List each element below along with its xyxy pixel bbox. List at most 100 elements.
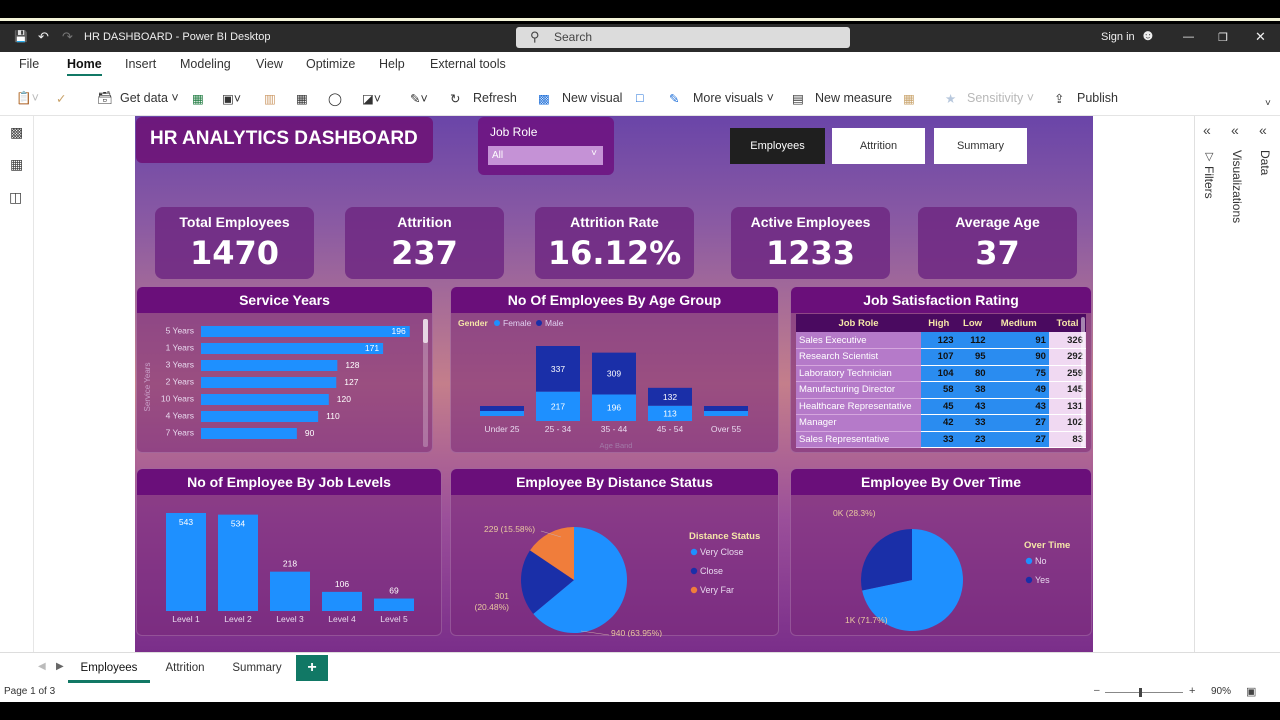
overtime-panel[interactable]: Employee By Over Time Over Time 1K (71.7… <box>790 468 1092 636</box>
pie-slice[interactable] <box>861 529 912 591</box>
bar-male[interactable] <box>704 406 748 411</box>
tab-next-icon[interactable]: ▶ <box>56 661 64 672</box>
transform-data-icon[interactable]: ✎˅ <box>410 91 428 106</box>
nav-employees-button[interactable]: Employees <box>730 128 825 164</box>
sql-icon[interactable]: ▥ <box>264 91 276 106</box>
table-row[interactable]: Laboratory Technician 104 80 75 259 <box>796 365 1086 382</box>
table-row[interactable]: Manufacturing Director 58 38 49 145 <box>796 381 1086 399</box>
bar[interactable] <box>166 513 206 611</box>
restore-icon[interactable]: ❐ <box>1218 31 1228 44</box>
table-row[interactable]: Healthcare Representative 45 43 43 131 <box>796 398 1086 415</box>
menu-view[interactable]: View <box>256 57 283 71</box>
age-group-panel[interactable]: No Of Employees By Age Group Gender Fema… <box>450 286 779 453</box>
onelake-icon[interactable]: ▣˅ <box>222 91 241 106</box>
close-icon[interactable]: ✕ <box>1255 29 1266 45</box>
zoom-slider[interactable] <box>1105 692 1183 693</box>
bar[interactable] <box>374 598 414 611</box>
zoom-slider-thumb[interactable] <box>1139 688 1142 697</box>
filters-pane-label[interactable]: Filters <box>1202 166 1216 199</box>
table-row[interactable]: Sales Representative 33 23 27 83 <box>796 431 1086 448</box>
save-icon[interactable]: 💾 <box>14 30 28 43</box>
text-box-icon[interactable]: □ <box>636 91 644 105</box>
fit-page-icon[interactable]: ▣ <box>1246 685 1256 698</box>
zoom-out-icon[interactable]: – <box>1094 685 1100 696</box>
nav-summary-button[interactable]: Summary <box>934 128 1027 164</box>
publish-button[interactable]: Publish <box>1077 91 1118 105</box>
bar-female[interactable] <box>480 411 524 416</box>
page-tabs-bar: ◀ ▶ Employees Attrition Summary + <box>0 652 1280 686</box>
data-collapse-icon[interactable]: « <box>1259 122 1267 138</box>
menu-file[interactable]: File <box>19 57 39 71</box>
get-data-button[interactable]: Get data ˅ <box>120 91 179 105</box>
tab-attrition[interactable]: Attrition <box>150 653 220 683</box>
quick-measure-icon[interactable]: ▦ <box>903 91 915 106</box>
search-input[interactable]: ⚲ Search <box>516 27 850 48</box>
scrollbar[interactable] <box>1081 317 1085 447</box>
col-header[interactable]: Low <box>957 314 989 332</box>
more-visuals-button[interactable]: More visuals ˅ <box>693 91 774 105</box>
bar[interactable] <box>322 591 362 611</box>
table-row[interactable]: Manager 42 33 27 102 <box>796 414 1086 432</box>
bar[interactable] <box>201 428 297 439</box>
bar-female[interactable] <box>704 411 748 416</box>
bar[interactable] <box>201 394 329 405</box>
minimize-icon[interactable]: — <box>1183 31 1194 43</box>
sign-in-link[interactable]: Sign in <box>1101 31 1135 43</box>
bar[interactable] <box>201 343 384 354</box>
table-row[interactable]: Sales Executive 123 112 91 326 <box>796 332 1086 349</box>
distance-panel[interactable]: Employee By Distance Status Distance Sta… <box>450 468 779 637</box>
enter-data-icon[interactable]: ▦ <box>296 91 308 106</box>
bar[interactable] <box>270 571 310 611</box>
legend-item: Close <box>700 566 723 576</box>
bar[interactable] <box>218 514 258 611</box>
get-data-label: Get data <box>120 91 168 105</box>
menu-home[interactable]: Home <box>67 57 102 76</box>
filters-collapse-icon[interactable]: « <box>1203 122 1211 138</box>
nav-attrition-button[interactable]: Attrition <box>832 128 925 164</box>
tab-prev-icon[interactable]: ◀ <box>38 661 46 672</box>
report-view-icon[interactable]: ▩ <box>10 124 23 141</box>
format-painter-icon[interactable]: ✓ <box>56 91 66 106</box>
visualizations-pane-label[interactable]: Visualizations <box>1230 150 1244 223</box>
new-visual-button[interactable]: New visual <box>562 91 622 105</box>
bar[interactable] <box>201 326 410 337</box>
menu-external-tools[interactable]: External tools <box>430 57 506 71</box>
recent-sources-icon[interactable]: ◪˅ <box>362 91 381 106</box>
col-header[interactable]: High <box>921 314 957 332</box>
excel-icon[interactable]: ▦ <box>192 91 204 106</box>
tab-summary[interactable]: Summary <box>222 653 292 683</box>
new-measure-button[interactable]: New measure <box>815 91 892 105</box>
menu-insert[interactable]: Insert <box>125 57 156 71</box>
bar[interactable] <box>201 377 337 388</box>
slicer-dropdown[interactable]: All ˅ <box>488 146 603 165</box>
sensitivity-button[interactable]: Sensitivity ˅ <box>967 91 1034 105</box>
add-page-button[interactable]: + <box>296 655 328 681</box>
job-satisfaction-panel[interactable]: Job Satisfaction Rating Job Role High Lo… <box>790 286 1092 453</box>
bar[interactable] <box>201 360 338 371</box>
table-row[interactable]: Research Scientist 107 95 90 292 <box>796 348 1086 366</box>
menu-modeling[interactable]: Modeling <box>180 57 231 71</box>
bar-male[interactable] <box>480 406 524 411</box>
undo-icon[interactable]: ↶ <box>38 29 49 45</box>
col-header[interactable]: Job Role <box>796 314 921 332</box>
col-header[interactable]: Medium <box>989 314 1049 332</box>
refresh-button[interactable]: Refresh <box>473 91 517 105</box>
service-years-panel[interactable]: Service Years Service Years 5 Years 196 1 … <box>136 286 433 453</box>
redo-icon[interactable]: ↷ <box>62 29 73 45</box>
table-view-icon[interactable]: ▦ <box>10 156 23 173</box>
bar[interactable] <box>201 411 319 422</box>
zoom-in-icon[interactable]: + <box>1189 685 1195 697</box>
job-role-slicer[interactable]: Job Role All ˅ <box>478 117 614 175</box>
scrollbar-thumb[interactable] <box>423 319 428 343</box>
model-view-icon[interactable]: ◫ <box>9 189 22 206</box>
dataverse-icon[interactable]: ◯ <box>328 91 342 106</box>
ribbon-collapse-icon[interactable]: ˅ <box>1265 98 1271 109</box>
tab-employees[interactable]: Employees <box>68 653 150 683</box>
visualizations-collapse-icon[interactable]: « <box>1231 122 1239 138</box>
job-levels-panel[interactable]: No of Employee By Job Levels 543 Level 15… <box>136 468 442 636</box>
paste-icon[interactable]: 📋˅ <box>16 91 39 106</box>
menu-optimize[interactable]: Optimize <box>306 57 355 71</box>
data-pane-label[interactable]: Data <box>1258 150 1272 175</box>
menu-help[interactable]: Help <box>379 57 405 71</box>
account-icon[interactable]: ☻ <box>1140 27 1156 44</box>
